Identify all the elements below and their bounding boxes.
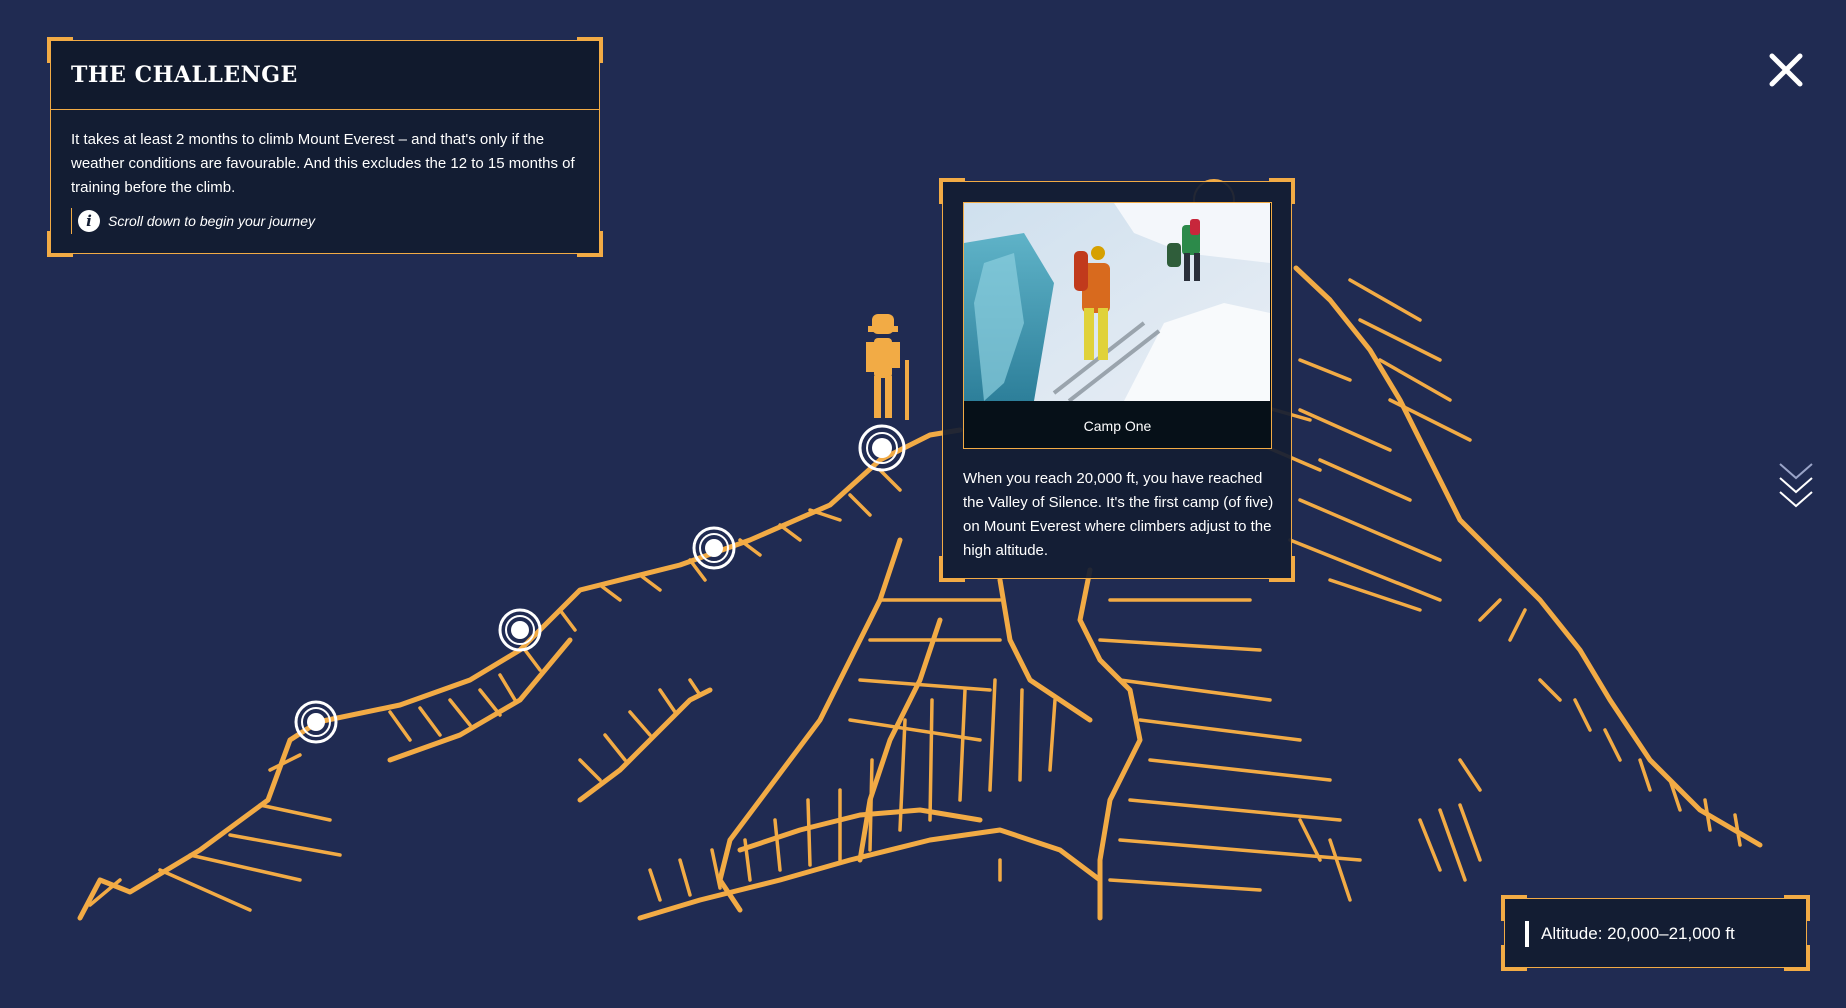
corner-decoration — [1501, 945, 1527, 971]
everest-journey-stage: THE CHALLENGE It takes at least 2 months… — [0, 0, 1846, 1008]
corner-decoration — [47, 231, 73, 257]
corner-decoration — [577, 231, 603, 257]
corner-decoration — [1784, 945, 1810, 971]
camp-description: When you reach 20,000 ft, you have reach… — [963, 470, 1274, 559]
camp-photo — [964, 203, 1270, 401]
corner-decoration — [1784, 895, 1810, 921]
challenge-title: THE CHALLENGE — [71, 62, 298, 88]
challenge-text: It takes at least 2 months to climb Moun… — [71, 131, 575, 196]
close-icon[interactable] — [1768, 52, 1804, 88]
scroll-hint: i Scroll down to begin your journey — [71, 208, 579, 234]
scroll-hint-text: Scroll down to begin your journey — [108, 213, 316, 229]
corner-decoration — [939, 178, 965, 204]
corner-decoration — [47, 37, 73, 63]
camp-card[interactable]: Camp One When you reach 20,000 ft, you h… — [939, 178, 1295, 582]
challenge-body: It takes at least 2 months to climb Moun… — [51, 110, 599, 234]
corner-decoration — [939, 556, 965, 582]
camp-caption: Camp One — [964, 403, 1271, 448]
chevron-down-icon[interactable] — [1778, 460, 1814, 520]
corner-decoration — [1269, 178, 1295, 204]
corner-decoration — [577, 37, 603, 63]
camp-photo-frame: Camp One — [963, 202, 1272, 449]
info-icon: i — [78, 210, 100, 232]
altitude-label: Altitude: 20,000–21,000 ft — [1525, 921, 1735, 947]
altitude-indicator: Altitude: 20,000–21,000 ft — [1501, 895, 1810, 971]
challenge-panel: THE CHALLENGE It takes at least 2 months… — [47, 37, 603, 257]
corner-decoration — [1501, 895, 1527, 921]
climber-figure — [866, 314, 909, 420]
challenge-title-bar: THE CHALLENGE — [51, 41, 599, 110]
